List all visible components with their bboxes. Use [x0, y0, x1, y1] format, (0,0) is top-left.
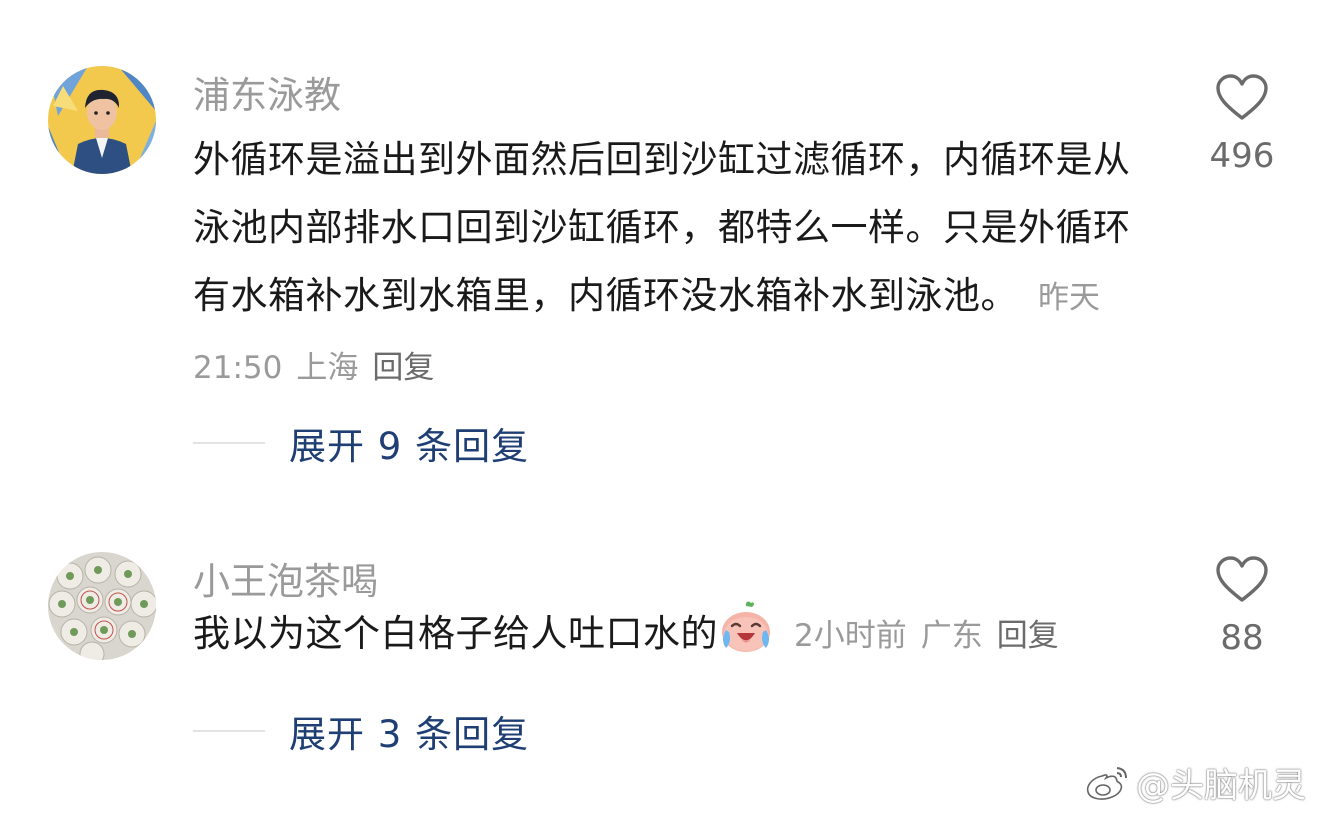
- reply-button[interactable]: 回复: [372, 350, 434, 386]
- weibo-logo-icon: [1086, 766, 1127, 800]
- comment-meta: 2小时前 广东 回复: [794, 618, 1059, 654]
- expand-replies-label: 展开 9 条回复: [289, 425, 530, 468]
- watermark-text: @头脑机灵: [1136, 766, 1306, 806]
- avatar-tea-cakes-icon[interactable]: [48, 552, 156, 660]
- divider: [193, 730, 265, 732]
- comment-time: 2小时前: [794, 618, 907, 654]
- comment-list: 浦东泳教 外循环是溢出到外面然后回到沙缸过滤循环，内循环是从泳池内部排水口回到沙…: [0, 0, 1320, 817]
- heart-outline-icon: [1216, 556, 1268, 602]
- comment-text: 外循环是溢出到外面然后回到沙缸过滤循环，内循环是从泳池内部排水口回到沙缸循环，都…: [193, 126, 1163, 402]
- username[interactable]: 浦东泳教: [193, 74, 341, 118]
- comment-location: 广东: [920, 618, 983, 654]
- laughing-crying-face-icon: [722, 601, 770, 652]
- divider: [193, 442, 265, 444]
- comment-body: 我以为这个白格子给人吐口水的: [193, 612, 718, 655]
- expand-replies-button[interactable]: 展开 9 条回复: [193, 418, 529, 468]
- comment-body: 外循环是溢出到外面然后回到沙缸过滤循环，内循环是从泳池内部排水口回到沙缸循环，都…: [193, 138, 1131, 317]
- watermark: @头脑机灵: [1084, 758, 1306, 807]
- reply-button[interactable]: 回复: [997, 618, 1059, 654]
- comment-location: 上海: [296, 350, 359, 386]
- username[interactable]: 小王泡茶喝: [193, 560, 378, 604]
- avatar-young-man-icon[interactable]: [48, 66, 156, 174]
- like-count: 496: [1209, 136, 1275, 176]
- comment-text: 我以为这个白格子给人吐口水的 2小时前 广东 回复: [193, 600, 1059, 670]
- like-count: 88: [1220, 618, 1264, 658]
- like-button[interactable]: 88: [1196, 556, 1288, 658]
- expand-replies-label: 展开 3 条回复: [289, 713, 530, 756]
- expand-replies-button[interactable]: 展开 3 条回复: [193, 706, 529, 756]
- like-button[interactable]: 496: [1196, 74, 1288, 176]
- heart-outline-icon: [1216, 74, 1268, 120]
